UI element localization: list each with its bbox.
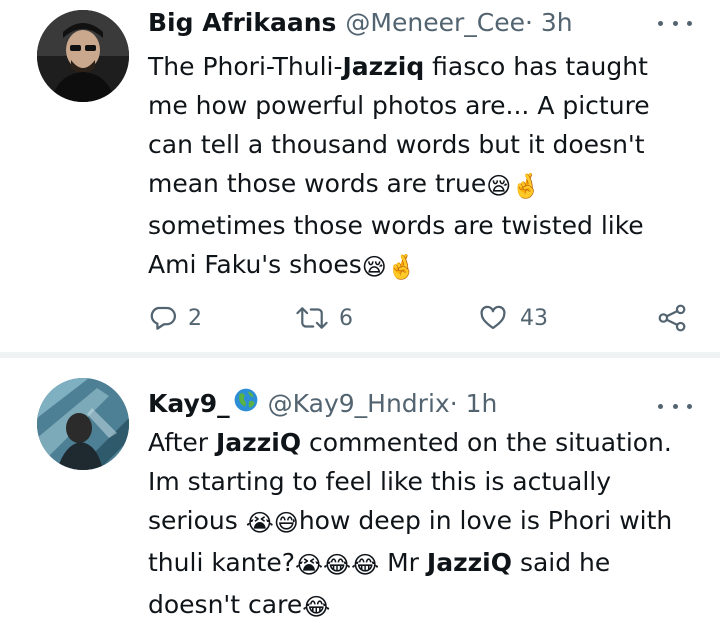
globe-icon xyxy=(233,387,259,419)
text-segment: fiasco has taught xyxy=(424,52,648,81)
avatar[interactable] xyxy=(37,10,129,102)
tweet-header: Big Afrikaans @Meneer_Cee · 3h xyxy=(148,2,573,42)
timestamp[interactable]: · 3h xyxy=(525,8,573,37)
author-name[interactable]: Kay9_ xyxy=(148,389,230,418)
timestamp[interactable]: · 1h xyxy=(450,389,498,418)
tweet-header: Kay9_ @Kay9_Hndrix · 1h xyxy=(148,383,497,423)
text-segment: Ami Faku's shoes xyxy=(148,250,362,279)
like-count: 43 xyxy=(520,305,548,331)
text-segment: mean those words are true xyxy=(148,169,487,198)
tweet-text-line: After JazziQ commented on the situation. xyxy=(148,423,708,462)
tweet-text-line: can tell a thousand words but it doesn't xyxy=(148,125,708,164)
tweet-text-line: Im starting to feel like this is actuall… xyxy=(148,462,708,501)
text-segment: doesn't care xyxy=(148,590,303,619)
text-segment: The Phori-Thuli- xyxy=(148,52,343,81)
tweet[interactable]: Big Afrikaans @Meneer_Cee · 3h The Phori… xyxy=(0,0,720,352)
tweet-text: The Phori-Thuli-Jazziq fiasco has taught… xyxy=(148,47,708,287)
heart-icon xyxy=(478,303,508,333)
emoji: 😪🤞 xyxy=(361,253,417,281)
text-segment: Mr xyxy=(379,548,427,577)
retweet-count: 6 xyxy=(339,305,353,331)
tweet-text: After JazziQ commented on the situation.… xyxy=(148,423,708,627)
bold-text: JazziQ xyxy=(215,428,302,457)
text-segment: me how powerful photos are... A picture xyxy=(148,91,650,120)
text-segment: serious xyxy=(148,506,246,535)
more-icon[interactable] xyxy=(658,13,692,33)
text-segment: Im starting to feel like this is actuall… xyxy=(148,467,612,496)
tweet-text-line: The Phori-Thuli-Jazziq fiasco has taught xyxy=(148,47,708,86)
tweet-text-line: Ami Faku's shoes😪🤞 xyxy=(148,245,708,287)
share-button[interactable] xyxy=(656,298,688,338)
bold-text: JazziQ xyxy=(426,548,512,577)
more-icon[interactable] xyxy=(658,396,692,416)
tweet-actions: 2 6 43 xyxy=(148,298,693,338)
emoji: 😭😂😂 xyxy=(295,551,380,579)
text-segment: After xyxy=(148,428,216,457)
tweet-text-line: sometimes those words are twisted like xyxy=(148,206,708,245)
emoji: 😪🤞 xyxy=(486,172,542,200)
author-handle[interactable]: @Kay9_Hndrix xyxy=(268,389,450,418)
text-segment: how deep in love is Phori with xyxy=(298,506,673,535)
author-handle[interactable]: @Meneer_Cee xyxy=(345,8,525,37)
reply-button[interactable]: 2 xyxy=(148,298,202,338)
comment-icon xyxy=(148,303,178,333)
text-segment: sometimes those words are twisted like xyxy=(148,211,644,240)
share-icon xyxy=(656,303,688,333)
text-segment: said he xyxy=(512,548,611,577)
emoji: 😂 xyxy=(302,593,331,621)
bold-text: Jazziq xyxy=(342,52,425,81)
tweet-text-line: mean those words are true😪🤞 xyxy=(148,164,708,206)
tweet-text-line: thuli kante?😭😂😂 Mr JazziQ said he xyxy=(148,543,708,585)
reply-count: 2 xyxy=(188,305,202,331)
like-button[interactable]: 43 xyxy=(478,298,548,338)
tweet[interactable]: Kay9_ @Kay9_Hndrix · 1h After JazziQ com… xyxy=(0,358,720,621)
text-segment: can tell a thousand words but it doesn't xyxy=(148,130,645,159)
tweet-text-line: serious 😭😅how deep in love is Phori with xyxy=(148,501,708,543)
retweet-icon xyxy=(295,303,329,333)
emoji: 😭😅 xyxy=(245,509,299,537)
retweet-button[interactable]: 6 xyxy=(295,298,353,338)
avatar[interactable] xyxy=(37,378,129,470)
tweet-text-line: me how powerful photos are... A picture xyxy=(148,86,708,125)
author-name[interactable]: Big Afrikaans xyxy=(148,8,336,37)
text-segment: commented on the situation. xyxy=(301,428,672,457)
text-segment: thuli kante? xyxy=(148,548,295,577)
